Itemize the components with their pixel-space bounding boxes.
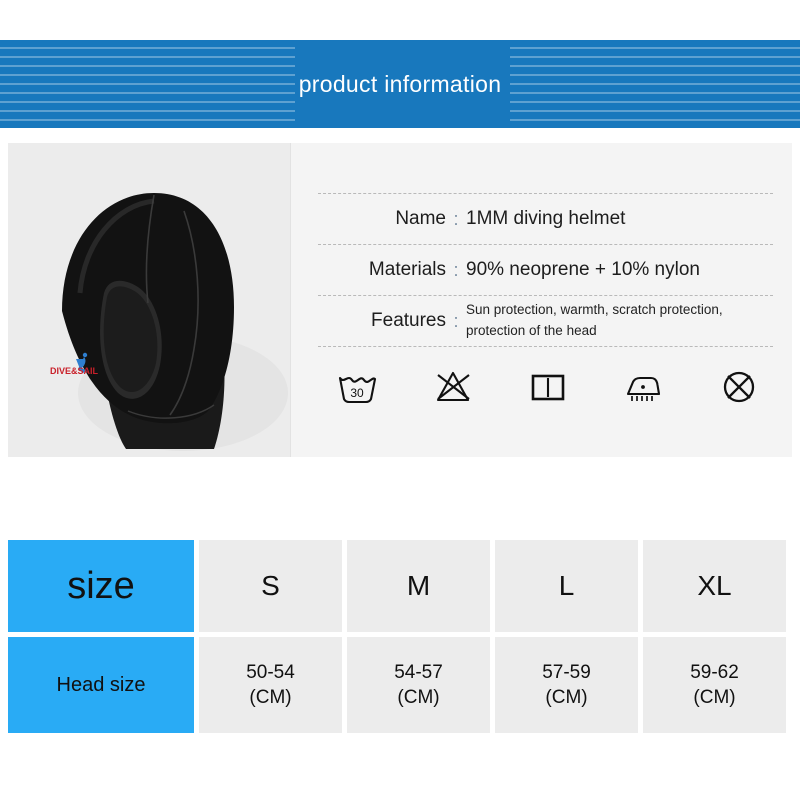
head-size-unit-xl: (CM) xyxy=(693,687,736,708)
product-spec-list: Name : 1MM diving helmet Materials : 90%… xyxy=(300,143,792,457)
head-size-range-xl: 59-62 xyxy=(690,661,739,683)
iron-steam-icon xyxy=(615,365,673,409)
size-chart-table: size S M L XL Head size 50-54 (CM) 54-57… xyxy=(8,540,792,733)
spec-value-materials: 90% neoprene + 10% nylon xyxy=(466,259,700,280)
wash-30-icon: 30 xyxy=(328,365,386,409)
features-line-1: Sun protection, warmth, scratch protecti… xyxy=(466,302,723,318)
head-size-range-s: 50-54 xyxy=(246,661,295,683)
spec-row-name: Name : 1MM diving helmet xyxy=(318,193,773,244)
head-size-value-s: 50-54 (CM) xyxy=(199,637,342,733)
dry-flat-icon xyxy=(519,365,577,409)
head-size-label: Head size xyxy=(8,637,194,733)
product-photo: DIVE&SAIL xyxy=(8,143,291,457)
do-not-dry-clean-icon xyxy=(710,365,768,409)
spec-label-name: Name xyxy=(395,208,446,229)
head-size-unit-s: (CM) xyxy=(249,687,292,708)
size-header-cell: size xyxy=(8,540,194,632)
head-size-unit-m: (CM) xyxy=(397,687,440,708)
size-column-l: L xyxy=(495,540,638,632)
size-chart-header-row: size S M L XL xyxy=(8,540,792,632)
product-info-panel: DIVE&SAIL Name : 1MM diving helmet Mater… xyxy=(8,143,792,457)
do-not-bleach-icon xyxy=(424,365,482,409)
head-size-value-xl: 59-62 (CM) xyxy=(643,637,786,733)
head-size-range-l: 57-59 xyxy=(542,661,591,683)
wash-temp-label: 30 xyxy=(350,386,364,400)
spec-row-features: Features : Sun protection, warmth, scrat… xyxy=(318,295,773,347)
svg-text:DIVE&SAIL: DIVE&SAIL xyxy=(50,366,99,376)
head-size-unit-l: (CM) xyxy=(545,687,588,708)
head-size-row: Head size 50-54 (CM) 54-57 (CM) 57-59 (C… xyxy=(8,637,792,733)
spec-label-features: Features xyxy=(371,310,446,331)
spec-label-materials: Materials xyxy=(368,259,446,280)
size-column-m: M xyxy=(347,540,490,632)
spec-value-name: 1MM diving helmet xyxy=(466,208,626,229)
features-line-2: protection of the head xyxy=(466,323,597,338)
spec-colon: : xyxy=(453,310,459,331)
spec-value-features: Sun protection, warmth, scratch protecti… xyxy=(466,300,723,342)
head-size-value-l: 57-59 (CM) xyxy=(495,637,638,733)
spec-colon: : xyxy=(453,259,459,280)
page-banner: product information xyxy=(0,40,800,128)
spec-row-materials: Materials : 90% neoprene + 10% nylon xyxy=(318,244,773,295)
head-size-range-m: 54-57 xyxy=(394,661,443,683)
spec-colon: : xyxy=(453,208,459,229)
product-information-page: product information DIVE&SAIL Name: 1MM… xyxy=(0,0,800,800)
size-column-xl: XL xyxy=(643,540,786,632)
care-symbols: 30 xyxy=(328,365,768,409)
diving-hood-illustration: DIVE&SAIL xyxy=(8,143,290,457)
page-title: product information xyxy=(298,70,502,97)
size-column-s: S xyxy=(199,540,342,632)
head-size-value-m: 54-57 (CM) xyxy=(347,637,490,733)
